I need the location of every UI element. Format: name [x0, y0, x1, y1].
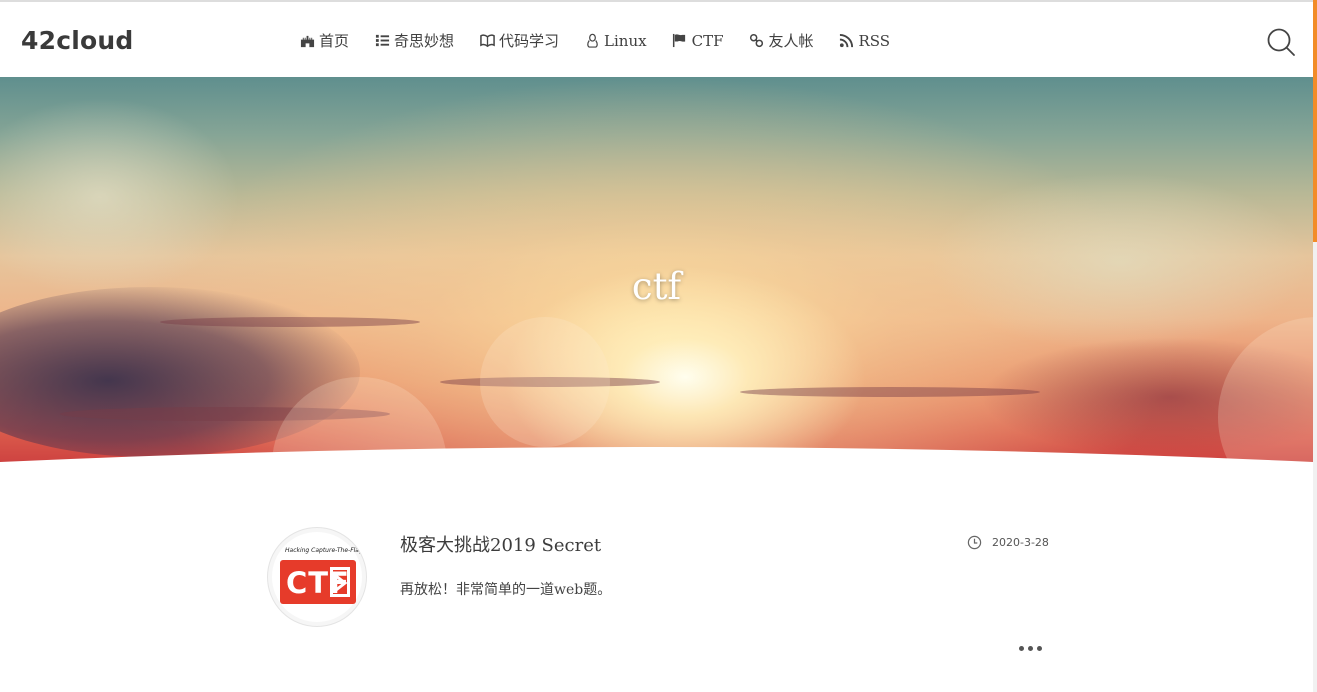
nav-label: RSS [858, 31, 891, 50]
dot-icon [1019, 646, 1024, 651]
dot-icon [1028, 646, 1033, 651]
dot-icon [1037, 646, 1042, 651]
site-header: 42cloud 首页 奇思妙想 代码学习 Linux CTF 友人帐 RSS [0, 0, 1313, 77]
nav-item-code[interactable]: 代码学习 [479, 30, 559, 51]
link-icon [748, 33, 764, 49]
hero-cloud [930, 172, 1310, 352]
nav-item-friends[interactable]: 友人帐 [748, 30, 814, 51]
nav-label: 奇思妙想 [394, 32, 455, 50]
more-button[interactable] [1019, 646, 1046, 651]
nav-item-linux[interactable]: Linux [584, 32, 647, 50]
site-logo[interactable]: 42cloud [21, 26, 133, 55]
linux-icon [584, 33, 600, 49]
nav-label: 代码学习 [499, 32, 560, 50]
nav-item-rss[interactable]: RSS [839, 31, 891, 50]
post-thumbnail[interactable]: Hacking Capture-The-Flag CTF [267, 527, 367, 627]
rss-icon [839, 33, 855, 49]
hero-title: ctf [631, 265, 682, 308]
hero-banner: ctf [0, 77, 1313, 467]
list-icon [374, 33, 390, 49]
castle-icon [299, 33, 315, 49]
nav-label: 友人帐 [768, 32, 814, 50]
hero-cloud-streak [740, 387, 1040, 397]
hero-cloud-streak [160, 317, 420, 327]
flag-icon [672, 33, 688, 49]
post-date: 2020-3-28 [967, 535, 1049, 550]
search-icon [1267, 28, 1295, 56]
main-nav: 首页 奇思妙想 代码学习 Linux CTF 友人帐 RSS [299, 30, 915, 51]
nav-label: 首页 [319, 32, 350, 50]
thumbnail-caption: Hacking Capture-The-Flag [285, 547, 363, 554]
post-title[interactable]: 极客大挑战2019 Secret [400, 531, 601, 557]
nav-item-ctf[interactable]: CTF [672, 31, 724, 50]
post-excerpt: 再放松！非常简单的一道web题。 [400, 582, 612, 598]
search-button[interactable] [1266, 27, 1296, 57]
nav-label: CTF [691, 31, 724, 50]
terminal-icon [330, 567, 350, 597]
hero-bokeh [480, 317, 610, 447]
hero-curve [0, 447, 1313, 476]
post-date-text: 2020-3-28 [992, 536, 1049, 549]
nav-item-home[interactable]: 首页 [299, 30, 349, 51]
scrollbar-thumb[interactable] [1313, 0, 1317, 242]
book-icon [479, 33, 495, 49]
clock-icon [967, 535, 982, 550]
nav-label: Linux [604, 31, 647, 50]
nav-item-ideas[interactable]: 奇思妙想 [374, 30, 454, 51]
